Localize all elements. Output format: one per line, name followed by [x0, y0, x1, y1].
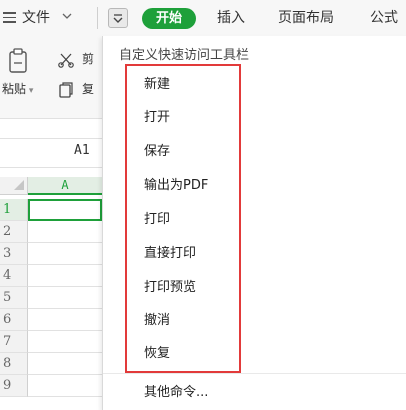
highlight-box	[125, 64, 241, 373]
row-header[interactable]: 7	[0, 331, 28, 353]
menu-item-print-preview[interactable]: 打印预览	[144, 273, 196, 303]
scissors-icon[interactable]	[58, 52, 74, 68]
row-header[interactable]: 4	[0, 265, 28, 287]
dropdown-header: 自定义快速访问工具栏	[119, 48, 250, 63]
quick-access-dropdown-button[interactable]	[108, 8, 128, 28]
selected-cell-a1[interactable]	[28, 199, 102, 221]
menu-item-undo[interactable]: 撤消	[144, 306, 170, 336]
menu-item-redo[interactable]: 恢复	[144, 339, 170, 369]
file-menu[interactable]: 文件	[22, 0, 50, 36]
menu-item-new[interactable]: 新建	[144, 70, 170, 100]
paste-button[interactable]: 粘贴 ▾	[2, 80, 33, 97]
menu-item-export-pdf[interactable]: 输出为PDF	[144, 171, 208, 201]
column-header-a[interactable]: A	[28, 177, 102, 195]
row-header[interactable]: 3	[0, 243, 28, 265]
row-header[interactable]: 8	[0, 353, 28, 375]
gridline	[28, 308, 102, 309]
menu-item-direct-print[interactable]: 直接打印	[144, 239, 196, 269]
cut-label[interactable]: 剪	[82, 50, 94, 67]
paste-label: 粘贴	[2, 82, 27, 96]
chevron-down-icon[interactable]	[62, 11, 72, 21]
menu-bar: 文件 开始 插入 页面布局 公式	[0, 0, 406, 36]
tab-formula[interactable]: 公式	[370, 0, 398, 36]
menu-item-more-commands[interactable]: 其他命令...	[144, 381, 208, 400]
gridline	[28, 374, 102, 375]
gridline	[28, 330, 102, 331]
row-header[interactable]: 9	[0, 375, 28, 397]
tab-insert[interactable]: 插入	[217, 0, 245, 36]
copy-label[interactable]: 复	[82, 80, 94, 97]
dropdown-divider	[103, 373, 406, 374]
gridline	[28, 352, 102, 353]
gridline	[28, 264, 102, 265]
tab-page-layout[interactable]: 页面布局	[278, 0, 334, 36]
row-header[interactable]: 6	[0, 309, 28, 331]
gridline	[28, 396, 102, 397]
gridline	[28, 242, 102, 243]
select-all-triangle-icon	[14, 180, 24, 190]
menu-item-save[interactable]: 保存	[144, 137, 170, 167]
copy-icon[interactable]	[58, 82, 74, 98]
row-header[interactable]: 1	[0, 199, 28, 221]
tab-start[interactable]: 开始	[142, 8, 196, 29]
row-header[interactable]: 2	[0, 221, 28, 243]
dropdown-arrow-icon	[113, 14, 123, 23]
row-header[interactable]: 5	[0, 287, 28, 309]
divider	[97, 7, 98, 29]
name-box[interactable]: A1	[74, 143, 90, 158]
paste-icon[interactable]	[8, 48, 30, 74]
menu-item-open[interactable]: 打开	[144, 103, 170, 133]
menu-icon[interactable]	[3, 12, 16, 23]
gridline	[28, 286, 102, 287]
menu-item-print[interactable]: 打印	[144, 205, 170, 235]
